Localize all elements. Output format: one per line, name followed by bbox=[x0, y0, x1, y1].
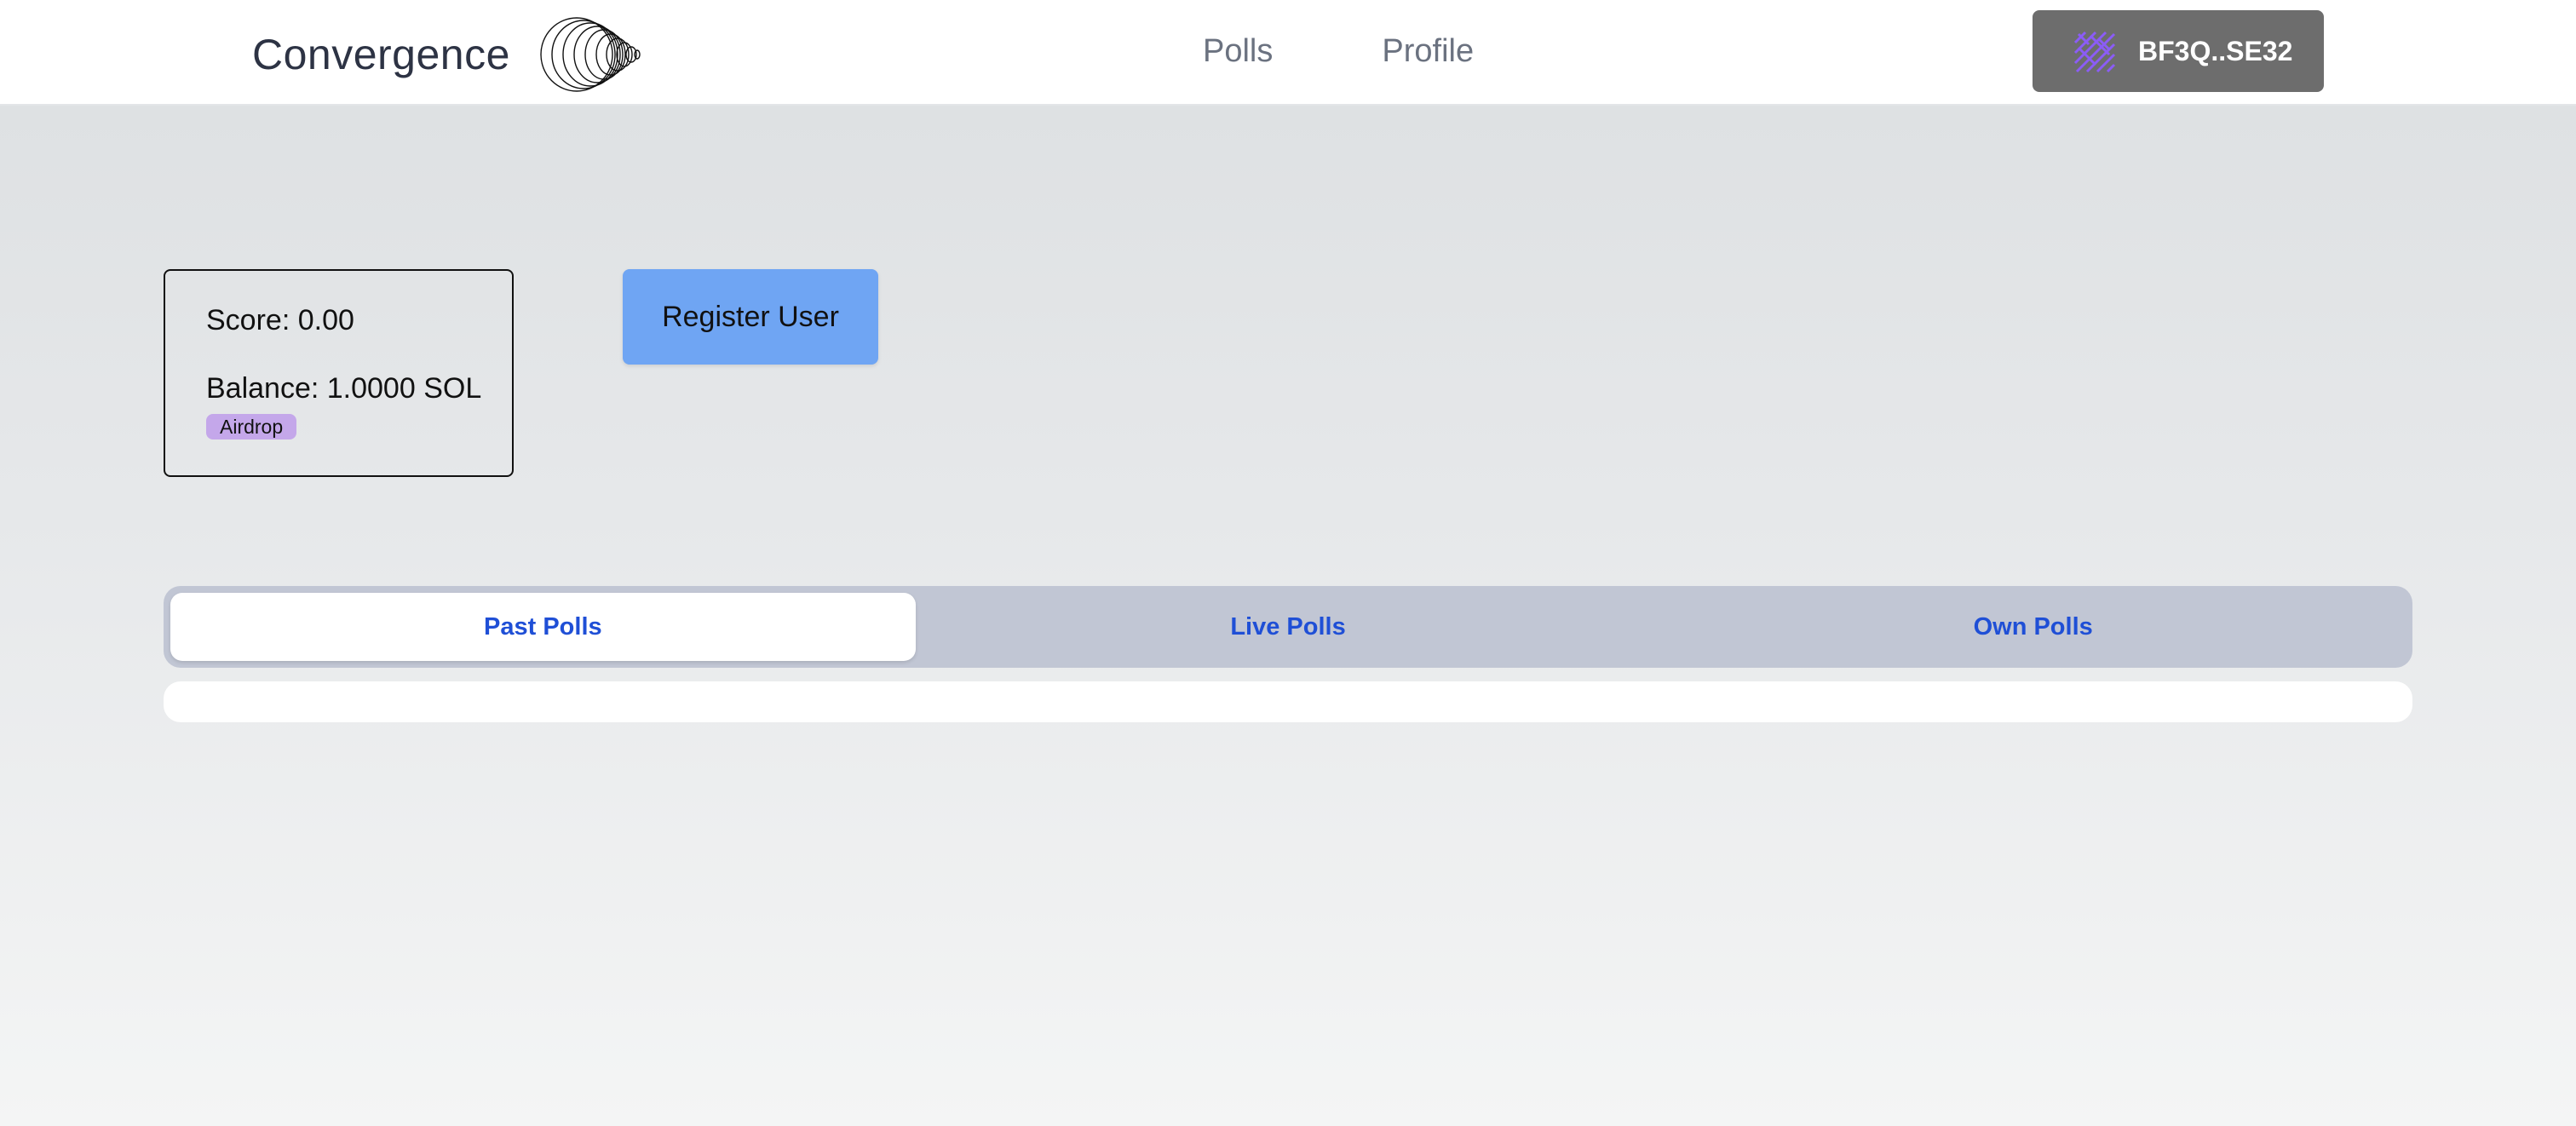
brand-name: Convergence bbox=[252, 31, 510, 78]
nav-polls-link[interactable]: Polls bbox=[1203, 29, 1273, 73]
wallet-button[interactable]: BF3Q..SE32 bbox=[2033, 10, 2324, 92]
tab-live-polls[interactable]: Live Polls bbox=[916, 593, 1661, 661]
tab-past-polls[interactable]: Past Polls bbox=[170, 593, 916, 661]
concentric-rings-logo-icon bbox=[540, 17, 641, 92]
score-text: Score: 0.00 bbox=[206, 304, 354, 336]
polls-tab-bar: Past Polls Live Polls Own Polls bbox=[164, 586, 2412, 668]
wallet-identicon-icon bbox=[2073, 31, 2116, 73]
brand[interactable]: Convergence bbox=[252, 17, 645, 92]
tab-own-polls[interactable]: Own Polls bbox=[1660, 593, 2406, 661]
main-nav: Polls Profile bbox=[1203, 29, 1474, 73]
balance-text: Balance: 1.0000 SOL bbox=[206, 372, 482, 405]
register-user-button[interactable]: Register User bbox=[623, 269, 878, 365]
top-navbar: Convergence Polls Profile BF3Q..SE32 bbox=[0, 0, 2576, 106]
polls-tab-panel bbox=[164, 681, 2412, 722]
airdrop-button[interactable]: Airdrop bbox=[206, 414, 297, 439]
user-stats-card: Score: 0.00 Balance: 1.0000 SOL Airdrop bbox=[164, 269, 514, 477]
nav-profile-link[interactable]: Profile bbox=[1382, 29, 1474, 73]
wallet-address: BF3Q..SE32 bbox=[2138, 35, 2293, 66]
